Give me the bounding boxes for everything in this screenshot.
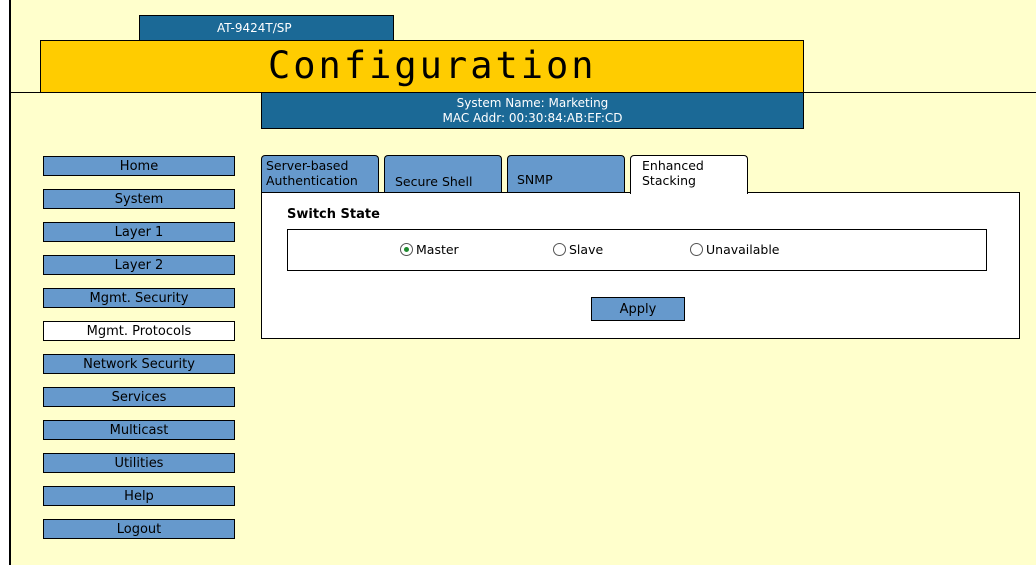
sidebar-item-services[interactable]: Services (43, 387, 235, 407)
sidebar-item-logout[interactable]: Logout (43, 519, 235, 539)
sidebar-item-help[interactable]: Help (43, 486, 235, 506)
tab-label-line1: Server-based (266, 158, 349, 173)
sidebar-item-multicast[interactable]: Multicast (43, 420, 235, 440)
radio-unchecked-icon[interactable] (690, 243, 703, 256)
page-title: Configuration (268, 44, 597, 87)
tab-snmp[interactable]: SNMP (507, 155, 625, 192)
radio-unavailable[interactable]: Unavailable (690, 242, 780, 257)
sidebar-item-utilities[interactable]: Utilities (43, 453, 235, 473)
tab-label-line2: Authentication (266, 173, 358, 188)
system-info: System Name: Marketing MAC Addr: 00:30:8… (261, 92, 804, 129)
apply-button[interactable]: Apply (591, 297, 685, 321)
radio-master[interactable]: Master (400, 242, 459, 257)
tab-enhanced-stacking[interactable]: Enhanced Stacking (630, 155, 748, 194)
sidebar-item-layer-2[interactable]: Layer 2 (43, 255, 235, 275)
radio-slave-label: Slave (569, 242, 604, 257)
sidebar-item-mgmt-security[interactable]: Mgmt. Security (43, 288, 235, 308)
model-label: AT-9424T/SP (139, 15, 394, 40)
switch-state-label: Switch State (287, 207, 380, 222)
sidebar-item-network-security[interactable]: Network Security (43, 354, 235, 374)
tab-label: SNMP (517, 172, 553, 187)
radio-checked-icon[interactable] (400, 243, 413, 256)
radio-unchecked-icon[interactable] (553, 243, 566, 256)
sidebar-item-layer-1[interactable]: Layer 1 (43, 222, 235, 242)
tab-label-line2: Stacking (642, 173, 696, 188)
radio-unavailable-label: Unavailable (706, 242, 780, 257)
tab-label: Secure Shell (395, 174, 473, 189)
sidebar-item-system[interactable]: System (43, 189, 235, 209)
switch-state-group (287, 229, 987, 271)
sidebar-item-mgmt-protocols[interactable]: Mgmt. Protocols (43, 321, 235, 341)
system-name: System Name: Marketing (456, 96, 609, 110)
tab-secure-shell[interactable]: Secure Shell (384, 155, 502, 192)
tab-server-based-authentication[interactable]: Server-based Authentication (261, 155, 379, 192)
sidebar-item-home[interactable]: Home (43, 156, 235, 176)
tab-label-line1: Enhanced (642, 158, 704, 173)
radio-master-label: Master (416, 242, 459, 257)
mac-address: MAC Addr: 00:30:84:AB:EF:CD (442, 111, 623, 125)
radio-slave[interactable]: Slave (553, 242, 603, 257)
